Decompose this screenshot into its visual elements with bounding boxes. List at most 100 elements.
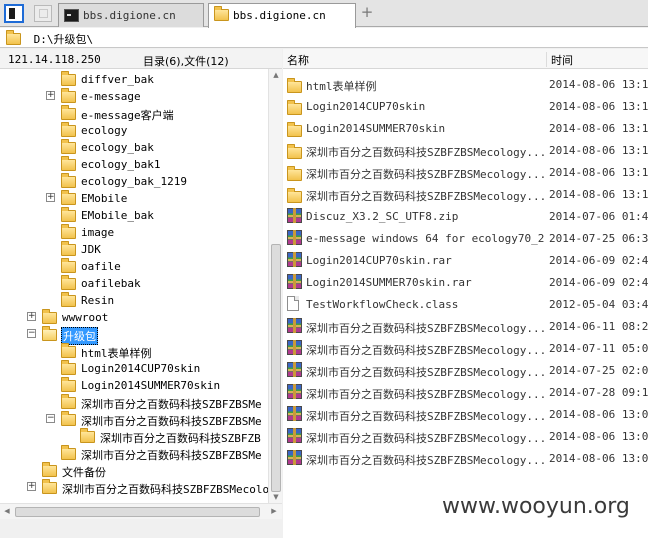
tree-node[interactable]: oafilebak: [0, 275, 268, 292]
folder-icon: [287, 78, 302, 93]
tree-vertical-scrollbar[interactable]: ▲ ▼: [268, 69, 282, 503]
folder-icon: [61, 88, 76, 103]
scroll-left-icon[interactable]: ◀: [3, 507, 11, 515]
file-row[interactable]: 深圳市百分之百数码科技SZBFZBSMecology... 2014-07-25 …: [283, 359, 648, 381]
scroll-down-icon[interactable]: ▼: [272, 493, 280, 501]
tree-node[interactable]: image: [0, 224, 268, 241]
tree-node-label: 深圳市百分之百数码科技SZBFZBSMe: [81, 398, 262, 411]
tree-node[interactable]: Login2014SUMMER70skin: [0, 377, 268, 394]
tab-label: bbs.digione.cn: [83, 9, 176, 22]
tree-node[interactable]: Resin: [0, 292, 268, 309]
tree-node[interactable]: EMobile_bak: [0, 207, 268, 224]
file-row[interactable]: TestWorkflowCheck.class 2012-05-04 03:40: [283, 293, 648, 315]
file-name: Login2014CUP70skin.rar: [306, 254, 452, 267]
tree-node-label: 深圳市百分之百数码科技SZBFZB: [100, 432, 261, 445]
tree-node[interactable]: html表单样例: [0, 343, 268, 360]
expand-icon[interactable]: +: [27, 312, 36, 321]
file-time: 2014-08-06 13:07: [549, 408, 648, 421]
file-name: 深圳市百分之百数码科技SZBFZBSMecology...: [306, 366, 544, 379]
file-name: Discuz_X3.2_SC_UTF8.zip: [306, 210, 459, 223]
tree-node[interactable]: ecology_bak: [0, 139, 268, 156]
expand-icon[interactable]: +: [27, 482, 36, 491]
file-row[interactable]: 深圳市百分之百数码科技SZBFZBSMecology... 2014-08-06 …: [283, 161, 648, 183]
file-row[interactable]: 深圳市百分之百数码科技SZBFZBSMecology... 2014-07-28 …: [283, 381, 648, 403]
file-row[interactable]: 深圳市百分之百数码科技SZBFZBSMecology... 2014-06-11 …: [283, 315, 648, 337]
file-row[interactable]: Login2014CUP70skin 2014-08-06 13:12: [283, 95, 648, 117]
tree-node[interactable]: 深圳市百分之百数码科技SZBFZBSMe: [0, 445, 268, 462]
file-row[interactable]: e-message windows 64 for ecology70_20...…: [283, 227, 648, 249]
file-row[interactable]: 深圳市百分之百数码科技SZBFZBSMecology... 2014-08-06 …: [283, 403, 648, 425]
tree-node-label: ecology_bak1: [81, 158, 161, 171]
tree-node[interactable]: e-message客户端: [0, 105, 268, 122]
collapse-icon[interactable]: −: [27, 329, 36, 338]
tree-node[interactable]: − 升级包: [0, 326, 268, 345]
tree-node[interactable]: + EMobile: [0, 190, 268, 207]
tree-node-label: Login2014CUP70skin: [81, 362, 201, 375]
new-tab-button[interactable]: +: [359, 5, 375, 21]
file-row[interactable]: Login2014SUMMER70skin.rar 2014-06-09 02:4…: [283, 271, 648, 293]
tab-terminal[interactable]: bbs.digione.cn: [58, 3, 204, 27]
tree-node-label: e-message客户端: [81, 109, 174, 122]
file-name: Login2014CUP70skin: [306, 100, 426, 113]
path-bar[interactable]: D:\升级包\: [0, 28, 648, 48]
scrollbar-thumb[interactable]: [15, 507, 260, 517]
file-row[interactable]: Login2014SUMMER70skin 2014-08-06 13:12: [283, 117, 648, 139]
scroll-right-icon[interactable]: ▶: [270, 507, 278, 515]
tree-node[interactable]: 深圳市百分之百数码科技SZBFZBSMe: [0, 394, 268, 411]
file-row[interactable]: Login2014CUP70skin.rar 2014-06-09 02:43: [283, 249, 648, 271]
column-time[interactable]: 时间: [551, 52, 573, 68]
tree-node-label: 文件备份: [62, 466, 106, 479]
tree-node[interactable]: ecology_bak1: [0, 156, 268, 173]
tree-node[interactable]: + e-message: [0, 88, 268, 105]
file-row[interactable]: 深圳市百分之百数码科技SZBFZBSMecology... 2014-08-06 …: [283, 447, 648, 469]
file-row[interactable]: 深圳市百分之百数码科技SZBFZBSMecology... 2014-08-06 …: [283, 183, 648, 205]
tree-node[interactable]: ecology_bak_1219: [0, 173, 268, 190]
tree-node[interactable]: ecology: [0, 122, 268, 139]
file-row[interactable]: html表单样例 2014-08-06 13:12: [283, 73, 648, 95]
folder-icon: [61, 71, 76, 86]
tree-node[interactable]: diffver_bak: [0, 71, 268, 88]
scroll-up-icon[interactable]: ▲: [272, 71, 280, 79]
tree-node-label: diffver_bak: [81, 73, 154, 86]
tree-header: 121.14.118.250 目录(6),文件(12): [0, 49, 282, 69]
folder-icon: [61, 377, 76, 392]
session-manager-button[interactable]: [34, 5, 52, 22]
archive-icon: [287, 362, 302, 377]
folder-icon: [61, 360, 76, 375]
file-time: 2014-08-06 13:15: [549, 144, 648, 157]
expand-icon[interactable]: +: [46, 193, 55, 202]
tree-node[interactable]: − 深圳市百分之百数码科技SZBFZBSMe: [0, 411, 268, 428]
folder-icon: [61, 122, 76, 137]
directory-tree[interactable]: diffver_bak + e-message e-message客户端 ecology…: [0, 69, 268, 503]
tree-node-label: Resin: [81, 294, 115, 307]
tree-node[interactable]: 深圳市百分之百数码科技SZBFZB: [0, 428, 268, 445]
archive-icon: [287, 252, 302, 267]
tree-node[interactable]: + 深圳市百分之百数码科技SZBFZBSMecolo: [0, 479, 268, 496]
collapse-icon[interactable]: −: [46, 414, 55, 423]
tree-node-label: Login2014SUMMER70skin: [81, 379, 221, 392]
column-name[interactable]: 名称: [287, 52, 547, 67]
file-row[interactable]: Discuz_X3.2_SC_UTF8.zip 2014-07-06 01:43: [283, 205, 648, 227]
tree-node-label: ecology_bak: [81, 141, 154, 154]
file-row[interactable]: 深圳市百分之百数码科技SZBFZBSMecology... 2014-08-06 …: [283, 425, 648, 447]
file-row[interactable]: 深圳市百分之百数码科技SZBFZBSMecology... 2014-07-11 …: [283, 337, 648, 359]
tree-horizontal-scrollbar[interactable]: ◀ ▶: [0, 503, 282, 519]
tree-node[interactable]: Login2014CUP70skin: [0, 360, 268, 377]
folder-icon: [80, 428, 95, 443]
file-time: 2014-06-11 08:28: [549, 320, 648, 333]
folder-icon: [287, 100, 302, 115]
tab-file-manager[interactable]: bbs.digione.cn: [208, 3, 356, 28]
tree-node[interactable]: oafile: [0, 258, 268, 275]
tree-node[interactable]: + wwwroot: [0, 309, 268, 326]
scrollbar-thumb[interactable]: [271, 244, 281, 492]
file-time: 2014-07-06 01:43: [549, 210, 648, 223]
file-time: 2014-08-06 13:12: [549, 100, 648, 113]
tree-node[interactable]: 文件备份: [0, 462, 268, 479]
file-row[interactable]: 深圳市百分之百数码科技SZBFZBSMecology... 2014-08-06 …: [283, 139, 648, 161]
tree-node-label: oafile: [81, 260, 121, 273]
expand-icon[interactable]: +: [46, 91, 55, 100]
tree-node[interactable]: JDK: [0, 241, 268, 258]
folder-icon: [287, 188, 302, 203]
app-menu-button[interactable]: [4, 4, 24, 23]
archive-icon: [287, 318, 302, 333]
